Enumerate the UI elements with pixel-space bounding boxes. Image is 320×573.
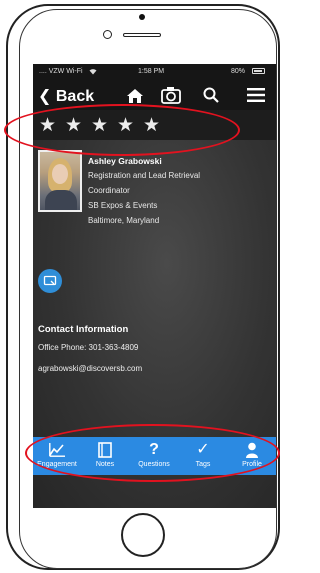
back-label: Back	[55, 88, 95, 105]
business-card-button[interactable]	[38, 269, 62, 293]
job-title-line-1: Registration and Lead Retrieval	[88, 171, 201, 180]
chevron-left-icon: ❮	[38, 88, 52, 105]
job-title-line-2: Coordinator	[88, 186, 130, 195]
tabbar-highlight-ellipse	[25, 424, 280, 482]
front-camera	[103, 30, 112, 39]
rating-highlight-ellipse	[4, 104, 240, 156]
carrier-label: .... VZW Wi-Fi	[39, 68, 83, 75]
back-button[interactable]: ❮ Back	[38, 86, 94, 106]
proximity-sensor	[139, 14, 145, 20]
contact-name: Ashley Grabowski	[88, 156, 162, 166]
contact-info-heading: Contact Information	[38, 324, 129, 335]
email-address[interactable]: agrabowski@discoversb.com	[38, 364, 142, 373]
company-name: SB Expos & Events	[88, 201, 158, 210]
menu-icon[interactable]	[247, 88, 265, 107]
status-time: 1:58 PM	[138, 68, 165, 75]
office-phone[interactable]: Office Phone: 301-363-4809	[38, 343, 138, 352]
wifi-icon	[89, 68, 97, 77]
battery-percent: 80%	[231, 68, 246, 75]
business-card-icon	[43, 275, 57, 286]
home-button[interactable]	[121, 513, 165, 557]
profile-photo	[38, 150, 82, 212]
status-bar: .... VZW Wi-Fi 1:58 PM 80%	[33, 64, 276, 80]
location: Baltimore, Maryland	[88, 216, 160, 225]
battery-icon	[252, 68, 265, 74]
earpiece-speaker	[123, 33, 161, 37]
search-icon[interactable]	[203, 87, 219, 108]
